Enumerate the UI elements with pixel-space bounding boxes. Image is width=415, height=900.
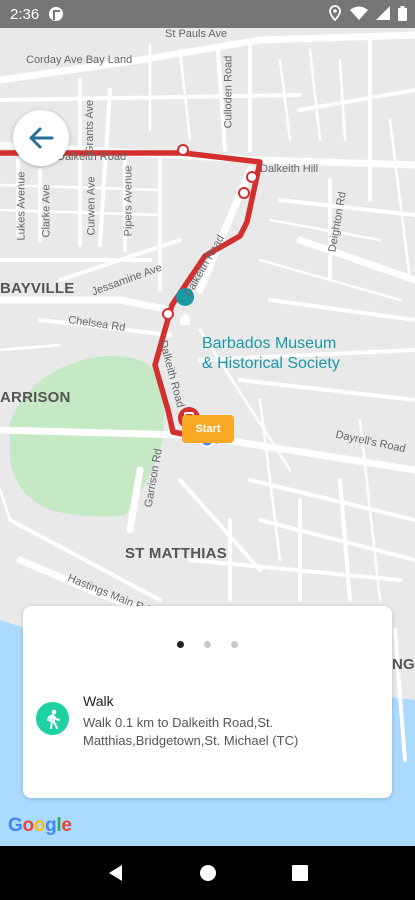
nav-home-icon[interactable] <box>199 864 217 882</box>
signal-icon <box>376 6 390 20</box>
arrow-left-icon <box>29 127 54 149</box>
step-description: Walk 0.1 km to Dalkeith Road,St. Matthia… <box>83 715 299 748</box>
google-logo: Google <box>8 815 72 836</box>
area-label: BAYVILLE <box>0 280 75 297</box>
bus-stop-marker <box>162 308 174 320</box>
street-label: Curwen Ave <box>85 176 98 236</box>
back-button[interactable] <box>13 110 69 166</box>
status-bar: 2:36 <box>0 0 415 28</box>
pager-dot[interactable] <box>231 641 238 648</box>
route-step-card[interactable]: Walk Walk 0.1 km to Dalkeith Road,St. Ma… <box>23 606 392 798</box>
street-label: Corday Ave Bay Land <box>26 54 133 66</box>
location-icon <box>329 5 341 21</box>
poi-line-2: & Historical Society <box>202 355 340 372</box>
navigation-bar <box>0 846 415 900</box>
area-label: NG <box>392 656 415 673</box>
nav-recents-icon[interactable] <box>291 865 308 881</box>
wifi-icon <box>350 6 368 20</box>
pager-dot[interactable] <box>177 641 184 648</box>
status-icons <box>328 5 407 21</box>
street-label: Clarke Ave <box>40 184 53 238</box>
street-label: Culloden Road <box>222 55 235 129</box>
status-time: 2:36 <box>10 5 40 23</box>
street-label: Lukes Avenue <box>15 171 28 241</box>
bus-stop-marker <box>177 144 189 156</box>
area-label: ARRISON <box>0 389 71 406</box>
museum-poi-label[interactable]: Barbados Museum & Historical Society <box>202 334 340 374</box>
start-marker[interactable]: Start <box>182 415 234 443</box>
walk-icon <box>36 702 69 735</box>
step-title: Walk <box>83 693 114 709</box>
app-notification-icon <box>49 7 64 21</box>
street-label: Dalkeith Hill <box>260 163 319 175</box>
nav-back-icon[interactable] <box>107 864 125 882</box>
bus-stop-marker <box>238 187 250 199</box>
street-label: Pipers Avenue <box>122 165 135 237</box>
pager-dots <box>23 641 392 648</box>
street-label: St Pauls Ave <box>165 28 228 40</box>
battery-icon <box>398 5 407 21</box>
area-label: ST MATTHIAS <box>125 545 227 562</box>
street-label: Grants Ave <box>84 99 97 155</box>
poi-line-1: Barbados Museum <box>202 335 337 352</box>
pager-dot[interactable] <box>204 641 211 648</box>
bus-stop-marker <box>246 171 258 183</box>
